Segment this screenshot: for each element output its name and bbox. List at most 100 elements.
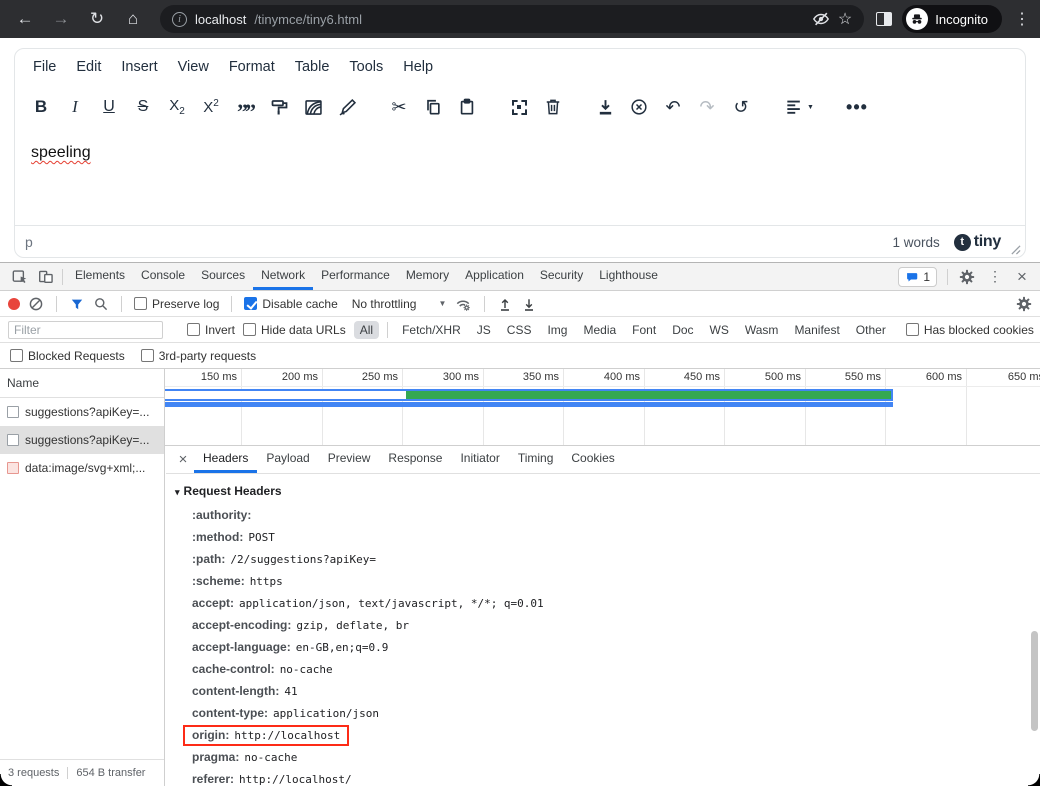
filter-type-fetchxhr[interactable]: Fetch/XHR xyxy=(396,321,467,339)
strikethrough-icon[interactable]: S xyxy=(126,92,160,122)
reload-icon[interactable]: ↻ xyxy=(82,4,112,34)
devtools-menu-icon[interactable]: ⋮ xyxy=(982,265,1008,289)
site-info-icon[interactable]: i xyxy=(172,12,187,27)
cancel-icon[interactable] xyxy=(622,92,656,122)
detail-tab-preview[interactable]: Preview xyxy=(319,446,380,473)
filter-type-all[interactable]: All xyxy=(354,321,379,339)
device-toolbar-icon[interactable] xyxy=(32,265,58,289)
restore-draft-icon[interactable]: ↺ xyxy=(724,92,758,122)
browser-menu-icon[interactable]: ⋮ xyxy=(1014,9,1030,29)
tiny-logo[interactable]: t tiny xyxy=(954,233,1001,251)
blockquote-icon[interactable]: ”” xyxy=(228,92,262,122)
issues-badge[interactable]: 1 xyxy=(898,267,937,287)
detail-tab-headers[interactable]: Headers xyxy=(194,446,257,473)
back-icon[interactable]: ← xyxy=(10,4,40,34)
request-row[interactable]: data:image/svg+xml;... xyxy=(0,454,164,482)
filter-input[interactable] xyxy=(8,321,163,339)
filter-icon[interactable] xyxy=(69,296,85,312)
redo-icon[interactable]: ↷ xyxy=(690,92,724,122)
filter-type-other[interactable]: Other xyxy=(850,321,892,339)
detail-tab-initiator[interactable]: Initiator xyxy=(451,446,508,473)
bookmark-star-icon[interactable]: ☆ xyxy=(838,9,852,29)
superscript-icon[interactable]: X2 xyxy=(194,92,228,122)
menu-tools[interactable]: Tools xyxy=(339,55,393,79)
third-party-requests-checkbox[interactable]: 3rd-party requests xyxy=(141,349,256,363)
italic-icon[interactable]: I xyxy=(58,92,92,122)
checkbox-checked[interactable] xyxy=(244,297,257,310)
close-devtools-icon[interactable]: × xyxy=(1010,267,1034,287)
inspect-icon[interactable] xyxy=(6,265,32,289)
subscript-icon[interactable]: X2 xyxy=(160,92,194,122)
tab-console[interactable]: Console xyxy=(133,263,193,290)
bold-icon[interactable]: B xyxy=(24,92,58,122)
tab-memory[interactable]: Memory xyxy=(398,263,457,290)
menu-table[interactable]: Table xyxy=(285,55,340,79)
invert-checkbox[interactable]: Invert xyxy=(187,323,235,337)
detail-tab-cookies[interactable]: Cookies xyxy=(562,446,623,473)
resize-handle-icon[interactable] xyxy=(1010,244,1021,255)
filter-type-font[interactable]: Font xyxy=(626,321,662,339)
word-count[interactable]: 1 words xyxy=(892,235,939,250)
detail-tab-payload[interactable]: Payload xyxy=(257,446,318,473)
settings-gear-icon[interactable] xyxy=(954,265,980,289)
request-row-selected[interactable]: suggestions?apiKey=... xyxy=(0,426,164,454)
filter-type-doc[interactable]: Doc xyxy=(666,321,699,339)
more-toolbar-icon[interactable]: ••• xyxy=(840,92,874,122)
element-path[interactable]: p xyxy=(25,234,33,250)
disable-cache-checkbox[interactable]: Disable cache xyxy=(244,297,337,311)
blocked-requests-checkbox[interactable]: Blocked Requests xyxy=(10,349,125,363)
password-eye-off-icon[interactable] xyxy=(812,10,830,28)
name-column-header[interactable]: Name xyxy=(0,369,164,398)
search-icon[interactable] xyxy=(93,296,109,312)
request-headers-section[interactable]: ▾Request Headers xyxy=(166,478,1040,504)
forward-icon[interactable]: → xyxy=(46,4,76,34)
tab-network[interactable]: Network xyxy=(253,263,313,290)
network-conditions-icon[interactable] xyxy=(454,295,472,313)
tab-security[interactable]: Security xyxy=(532,263,591,290)
undo-icon[interactable]: ↶ xyxy=(656,92,690,122)
menu-view[interactable]: View xyxy=(168,55,219,79)
tab-elements[interactable]: Elements xyxy=(67,263,133,290)
request-row[interactable]: suggestions?apiKey=... xyxy=(0,398,164,426)
image-fill-icon[interactable] xyxy=(296,92,330,122)
save-download-icon[interactable] xyxy=(588,92,622,122)
hide-data-urls-checkbox[interactable]: Hide data URLs xyxy=(243,323,346,337)
network-settings-gear-icon[interactable] xyxy=(1016,296,1032,312)
misspelled-word[interactable]: speeling xyxy=(31,144,91,161)
menu-format[interactable]: Format xyxy=(219,55,285,79)
filter-type-ws[interactable]: WS xyxy=(704,321,735,339)
filter-type-manifest[interactable]: Manifest xyxy=(788,321,845,339)
format-painter-icon[interactable] xyxy=(262,92,296,122)
close-detail-icon[interactable]: × xyxy=(172,451,194,468)
has-blocked-cookies-checkbox[interactable]: Has blocked cookies xyxy=(906,323,1034,337)
editor-content[interactable]: speeling xyxy=(15,129,1025,225)
tab-lighthouse[interactable]: Lighthouse xyxy=(591,263,666,290)
checkbox-unchecked[interactable] xyxy=(134,297,147,310)
import-har-icon[interactable] xyxy=(497,296,513,312)
home-icon[interactable]: ⌂ xyxy=(118,4,148,34)
tab-sources[interactable]: Sources xyxy=(193,263,253,290)
paste-icon[interactable] xyxy=(450,92,484,122)
record-icon[interactable] xyxy=(8,298,20,310)
clear-icon[interactable] xyxy=(28,296,44,312)
tab-performance[interactable]: Performance xyxy=(313,263,398,290)
incognito-badge[interactable]: Incognito xyxy=(902,5,1002,33)
export-har-icon[interactable] xyxy=(521,296,537,312)
scrollbar-thumb[interactable] xyxy=(1031,631,1038,731)
preserve-log-checkbox[interactable]: Preserve log xyxy=(134,297,219,311)
filter-type-css[interactable]: CSS xyxy=(501,321,538,339)
cut-icon[interactable]: ✂ xyxy=(382,92,416,122)
detail-tab-response[interactable]: Response xyxy=(379,446,451,473)
menu-edit[interactable]: Edit xyxy=(66,55,111,79)
underline-icon[interactable]: U xyxy=(92,92,126,122)
menu-file[interactable]: File xyxy=(23,55,66,79)
address-bar[interactable]: i localhost /tinymce/tiny6.html ☆ xyxy=(160,5,864,33)
filter-type-wasm[interactable]: Wasm xyxy=(739,321,785,339)
align-left-icon[interactable]: ▼ xyxy=(776,92,822,122)
tab-application[interactable]: Application xyxy=(457,263,532,290)
delete-icon[interactable] xyxy=(536,92,570,122)
menu-insert[interactable]: Insert xyxy=(111,55,167,79)
copy-icon[interactable] xyxy=(416,92,450,122)
filter-type-js[interactable]: JS xyxy=(471,321,497,339)
permanent-pen-icon[interactable] xyxy=(330,92,364,122)
